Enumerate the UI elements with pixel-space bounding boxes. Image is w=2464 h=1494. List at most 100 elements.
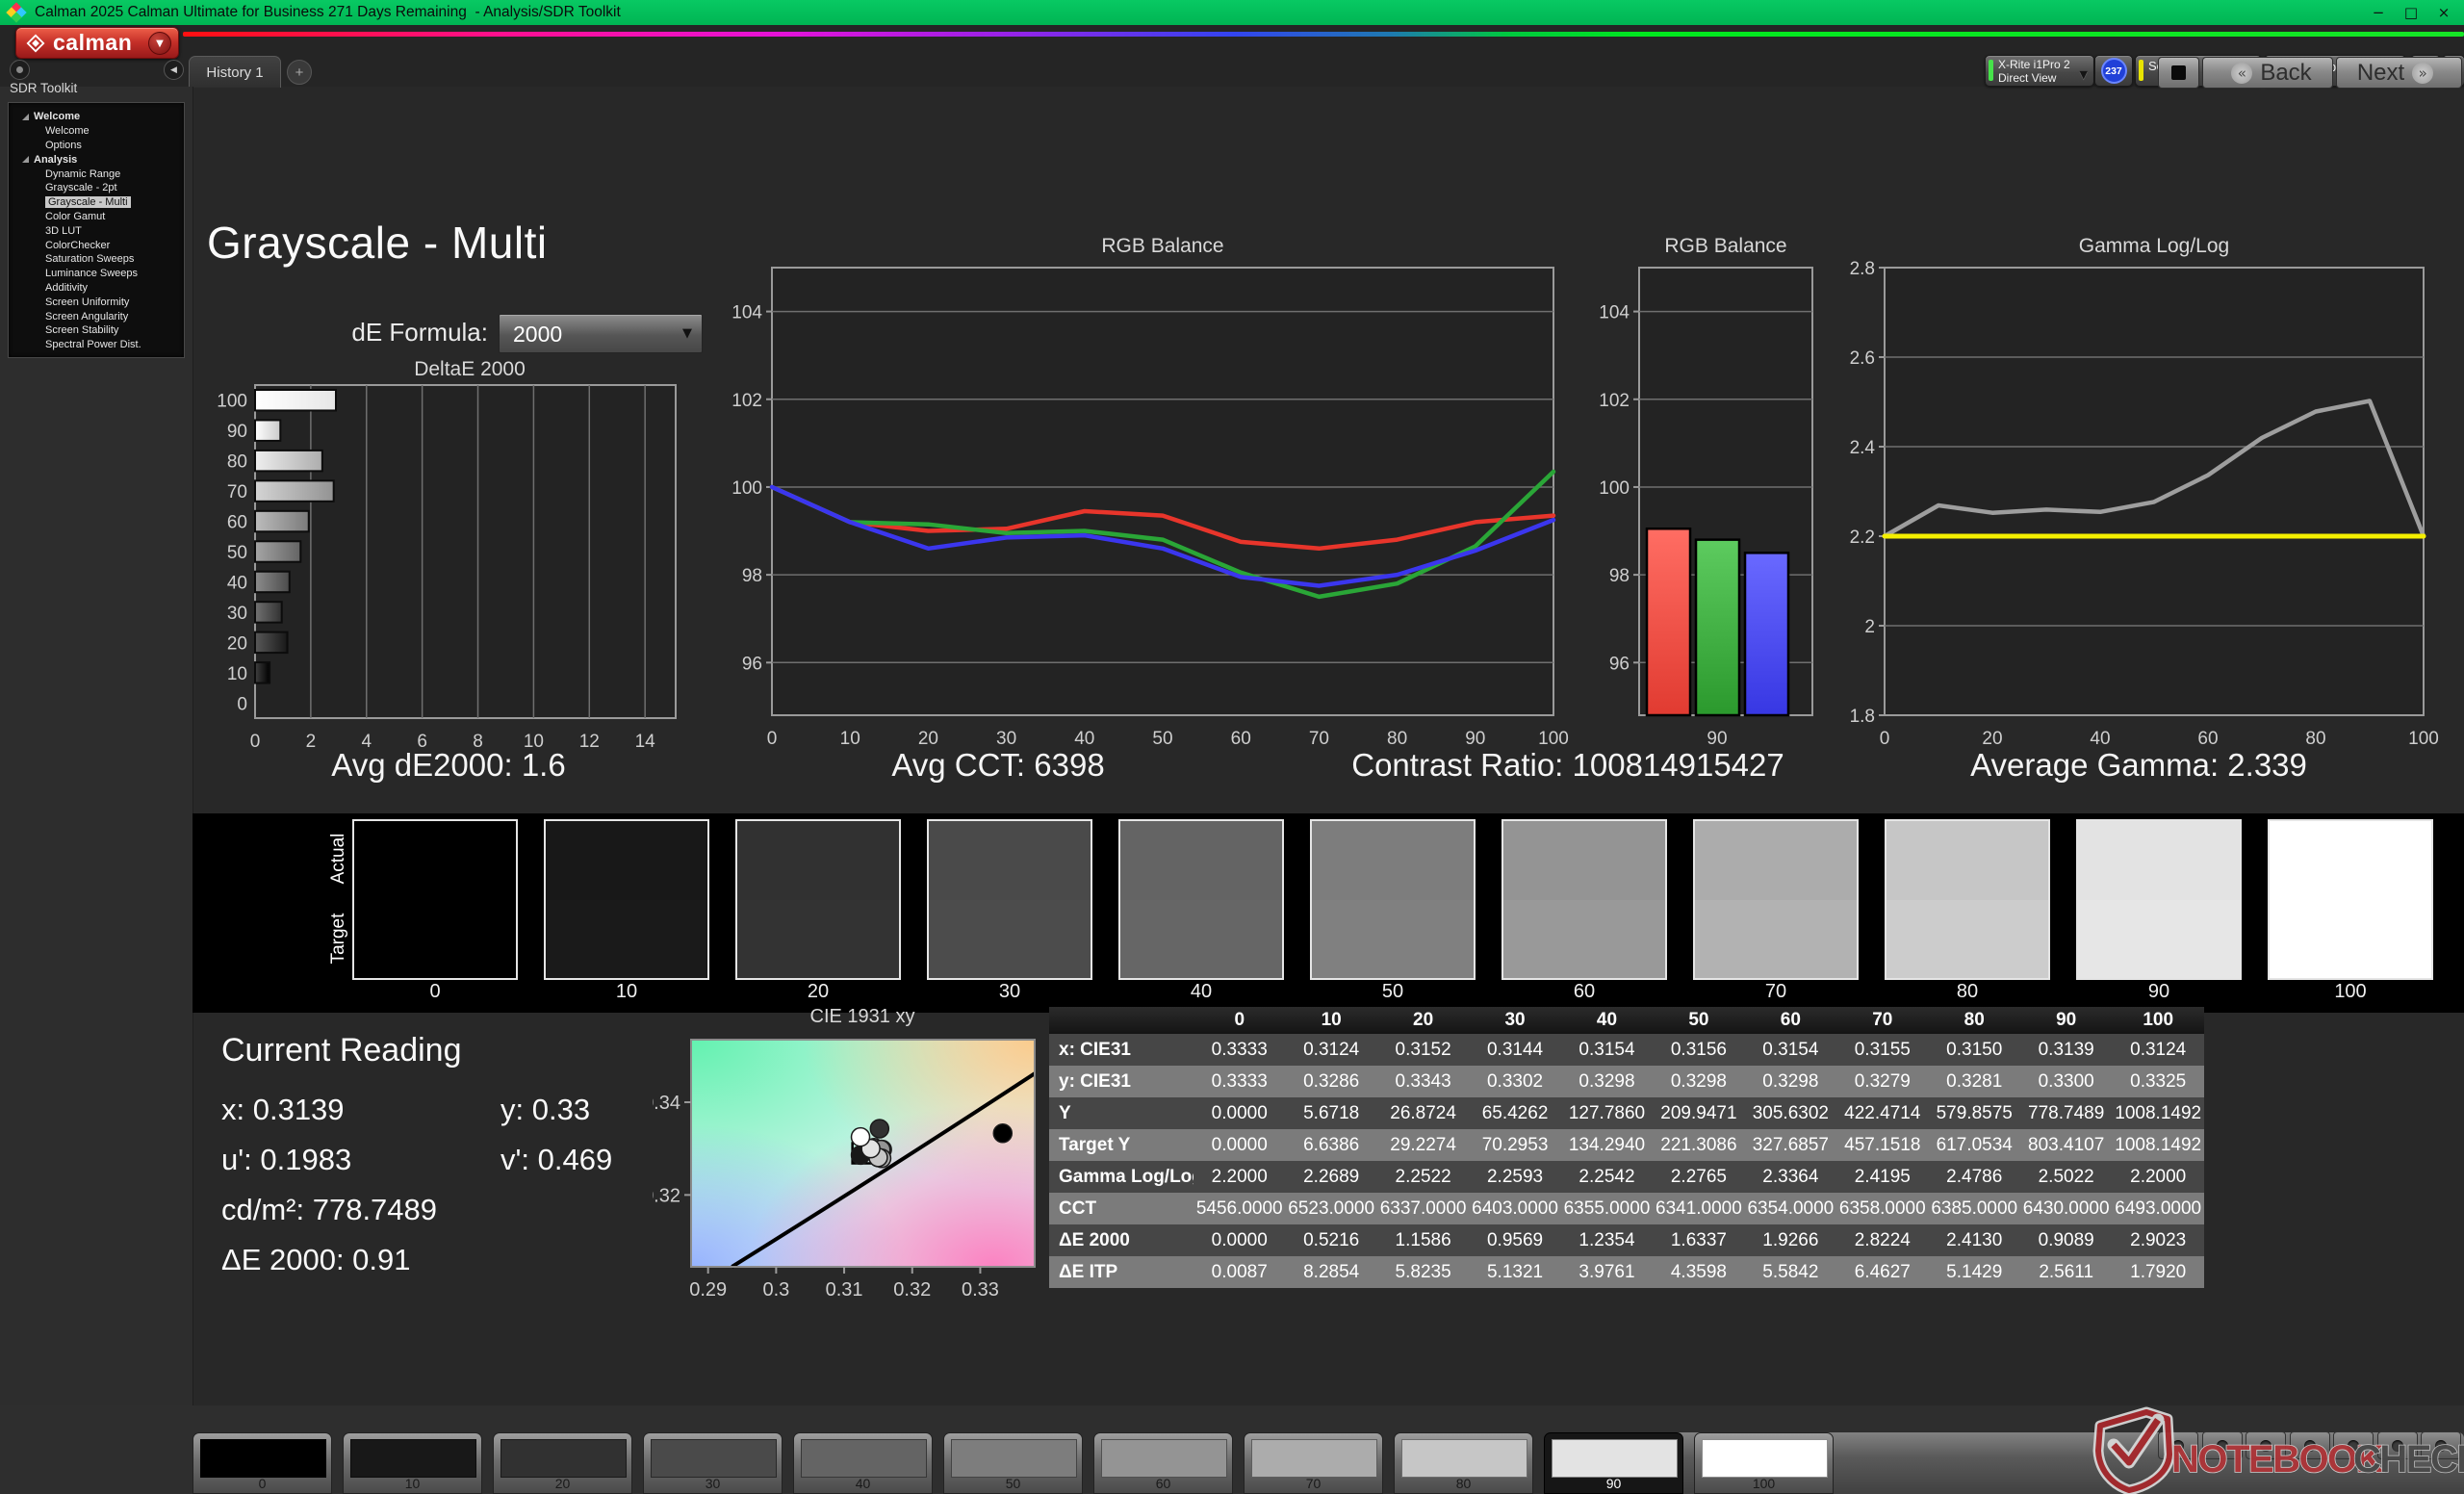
meter-tool-button-4[interactable] [2289, 1431, 2330, 1459]
gray-patch-button-100[interactable]: 100 [1694, 1432, 1834, 1494]
target-half [2270, 899, 2431, 978]
meter-tool-button-1[interactable] [2158, 1431, 2198, 1459]
meter-tool-button-5[interactable] [2333, 1431, 2374, 1459]
meter-tool-button-2[interactable] [2201, 1431, 2243, 1459]
patch-label: 60 [1155, 1476, 1171, 1491]
expander-icon[interactable] [22, 113, 29, 120]
svg-text:0.31: 0.31 [826, 1279, 863, 1301]
svg-text:90: 90 [1707, 729, 1727, 749]
svg-text:100: 100 [732, 478, 762, 499]
target-half [1886, 899, 2048, 978]
meter-tool-button-6[interactable] [2376, 1431, 2418, 1459]
sidebar-item-3d-lut[interactable]: 3D LUT [9, 223, 184, 238]
gray-patch-button-20[interactable]: 20 [493, 1432, 632, 1494]
patch-color [350, 1439, 476, 1478]
svg-text:0: 0 [250, 732, 261, 752]
de-formula-select[interactable]: 2000 ▼ [499, 314, 703, 353]
actual-half [1695, 821, 1857, 900]
svg-text:60: 60 [2197, 729, 2218, 749]
svg-text:80: 80 [227, 452, 247, 473]
gray-patch-button-50[interactable]: 50 [943, 1432, 1083, 1494]
add-tab-button[interactable]: + [287, 60, 312, 85]
swatch-level-label: 0 [429, 981, 441, 1002]
patch-color [651, 1439, 777, 1478]
svg-text:CIE 1931 xy: CIE 1931 xy [810, 1006, 915, 1027]
avg-cct-stat: Avg CCT: 6398 [891, 747, 1105, 783]
patch-label: 10 [404, 1476, 421, 1491]
gray-patch-button-40[interactable]: 40 [793, 1432, 933, 1494]
svg-text:1.8: 1.8 [1850, 707, 1875, 727]
meter-dropdown[interactable]: X-Rite i1Pro 2 Direct View ▼ [1985, 55, 2094, 87]
sidebar-item-luminance-sweeps[interactable]: Luminance Sweeps [9, 267, 184, 281]
svg-text:50: 50 [1152, 729, 1172, 749]
svg-text:DeltaE 2000: DeltaE 2000 [414, 358, 526, 380]
svg-text:40: 40 [1074, 729, 1094, 749]
svg-text:98: 98 [1609, 566, 1630, 586]
gray-patch-button-80[interactable]: 80 [1394, 1432, 1533, 1494]
table-row: Gamma Log/Log 2.2000 2.2689 2.2522 2.2593 2.2… [1049, 1161, 2204, 1193]
sidebar-item-screen-stability[interactable]: Screen Stability [9, 323, 184, 338]
svg-text:100: 100 [1599, 478, 1630, 499]
tab-history-1[interactable]: History 1 [189, 56, 281, 88]
gray-patch-button-30[interactable]: 30 [643, 1432, 783, 1494]
swatch-level-label: 90 [2147, 981, 2170, 1002]
expander-icon[interactable] [22, 156, 29, 164]
swatch-level-label: 20 [807, 981, 830, 1002]
accent-gradient-line [183, 32, 2464, 37]
next-button[interactable]: Next » [2336, 57, 2462, 89]
svg-text:0.32: 0.32 [653, 1185, 680, 1206]
patch-label: 50 [1005, 1476, 1021, 1491]
sidebar-divider [192, 87, 193, 1494]
target-axis-label: Target [328, 913, 348, 965]
meter-tool-button-7[interactable] [2421, 1431, 2461, 1459]
rgb-balance-bar-chart: RGB Balance 96 98 100 102 104 90 [1598, 231, 1846, 756]
gray-patch-button-90[interactable]: 90 [1544, 1432, 1683, 1494]
sidebar-item-analysis[interactable]: Analysis [9, 152, 184, 167]
grayscale-swatch-60 [1502, 819, 1667, 980]
back-button[interactable]: « Back [2202, 57, 2333, 89]
swatch-level-label: 50 [1381, 981, 1404, 1002]
stop-button[interactable] [2158, 57, 2199, 89]
patch-label: 80 [1455, 1476, 1472, 1491]
sidebar-item-welcome[interactable]: Welcome [9, 124, 184, 139]
sidebar-item-screen-uniformity[interactable]: Screen Uniformity [9, 295, 184, 309]
sidebar-pin-button[interactable] [10, 60, 30, 80]
sidebar-item-welcome[interactable]: Welcome [9, 110, 184, 124]
swatch-level-label: 80 [1956, 981, 1979, 1002]
svg-text:40: 40 [227, 573, 247, 593]
stop-icon [2171, 65, 2186, 80]
sidebar-item-color-gamut[interactable]: Color Gamut [9, 210, 184, 224]
meter-tool-button-3[interactable] [2246, 1431, 2286, 1459]
svg-text:60: 60 [1231, 729, 1251, 749]
sidebar-item-additivity[interactable]: Additivity [9, 281, 184, 296]
meter-count-badge[interactable]: 237 [2094, 55, 2133, 87]
sidebar-item-dynamic-range[interactable]: Dynamic Range [9, 167, 184, 181]
gray-patch-button-0[interactable]: 0 [192, 1432, 332, 1494]
sidebar-item-saturation-sweeps[interactable]: Saturation Sweeps [9, 252, 184, 267]
calman-menu-button[interactable]: calman ▼ [15, 27, 179, 59]
gray-patch-button-10[interactable]: 10 [343, 1432, 482, 1494]
gray-patch-button-70[interactable]: 70 [1244, 1432, 1383, 1494]
actual-half [1312, 821, 1474, 900]
table-header-row: 0 10 20 30 40 50 60 70 80 90 100 [1049, 1007, 2204, 1034]
sidebar-item-spectral-power-dist-[interactable]: Spectral Power Dist. [9, 338, 184, 352]
sidebar-item-grayscale-multi[interactable]: Grayscale - Multi [9, 195, 184, 210]
sidebar-item-screen-angularity[interactable]: Screen Angularity [9, 309, 184, 323]
sidebar-item-colorchecker[interactable]: ColorChecker [9, 238, 184, 252]
sidebar-item-grayscale-2pt[interactable]: Grayscale - 2pt [9, 181, 184, 195]
gray-patch-button-60[interactable]: 60 [1093, 1432, 1233, 1494]
sidebar-title: SDR Toolkit [10, 81, 78, 95]
maximize-button[interactable]: □ [2395, 0, 2427, 25]
calman-menu-chevron-icon[interactable]: ▼ [148, 32, 171, 55]
grayscale-swatch-40 [1118, 819, 1284, 980]
actual-axis-label: Actual [328, 833, 348, 885]
sidebar-item-options[interactable]: Options [9, 139, 184, 153]
contrast-ratio-stat: Contrast Ratio: 100814915427 [1351, 747, 1784, 783]
svg-text:20: 20 [918, 729, 938, 749]
minimize-button[interactable]: − [2362, 0, 2395, 25]
close-button[interactable]: × [2427, 0, 2460, 25]
next-arrow-icon: » [2412, 62, 2434, 84]
sidebar-collapse-icon[interactable]: ◀ [164, 60, 184, 80]
table-row: ΔE 2000 0.0000 0.5216 1.1586 0.9569 1.2354 1.6… [1049, 1224, 2204, 1256]
svg-text:0: 0 [237, 694, 247, 714]
